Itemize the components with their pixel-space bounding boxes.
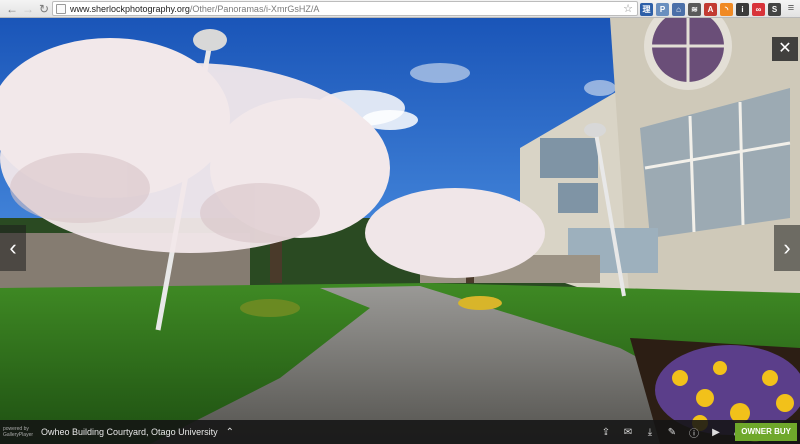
back-arrow-icon: ← — [6, 1, 18, 16]
reload-button[interactable]: ↻ — [36, 1, 52, 17]
browser-toolbar: ← → ↻ www.sherlockphotography.org/Other/… — [0, 0, 800, 18]
powered-by-logo[interactable]: powered by GalleryPlayer — [3, 426, 33, 438]
edit-icon[interactable]: ✎ — [666, 427, 678, 438]
chevron-up-icon[interactable]: ⌃ — [226, 427, 234, 438]
previous-photo-button[interactable]: ‹ — [0, 225, 26, 271]
photo-caption: Owheo Building Courtyard, Otago Universi… — [41, 427, 218, 437]
page-icon — [56, 3, 66, 14]
extensions-bar: 理 P ⌂ ≋ A ◝ i ∞ S ≡ — [640, 1, 798, 17]
ext-lastpass-icon[interactable]: A — [704, 2, 717, 16]
viewer-tools: ⇪✉⤓✎ⓘ▶⤢ — [600, 420, 744, 444]
ext-feed-icon[interactable]: ≋ — [688, 2, 701, 16]
panorama-image — [0, 18, 800, 444]
ext-info-icon[interactable]: i — [736, 2, 749, 16]
ext-home-icon[interactable]: ⌂ — [672, 2, 685, 16]
comment-icon[interactable]: ✉ — [622, 427, 634, 438]
browser-window: ← → ↻ www.sherlockphotography.org/Other/… — [0, 0, 800, 444]
viewer-bottom-bar: powered by GalleryPlayer Owheo Building … — [0, 420, 800, 444]
url-host: www.sherlockphotography.org — [70, 3, 190, 14]
info-icon[interactable]: ⓘ — [688, 425, 700, 440]
ext-glasses-icon[interactable]: ∞ — [752, 2, 765, 16]
url-path: /Other/Panoramas/i-XmrGsHZ/A — [189, 3, 320, 14]
back-button[interactable]: ← — [4, 1, 20, 17]
browser-menu-icon[interactable]: ≡ — [784, 2, 798, 16]
download-icon[interactable]: ⤓ — [644, 427, 656, 438]
ext-rss-icon[interactable]: ◝ — [720, 2, 733, 16]
owner-buy-button[interactable]: OWNER BUY — [735, 423, 797, 441]
panorama-viewport[interactable]: ✕ ‹ › powered by GalleryPlayer Owheo Bui… — [0, 18, 800, 444]
reload-icon: ↻ — [38, 1, 50, 16]
ext-blue-icon[interactable]: 理 — [640, 2, 653, 16]
forward-arrow-icon: → — [22, 1, 34, 16]
forward-button[interactable]: → — [20, 1, 36, 17]
play-icon[interactable]: ▶ — [710, 427, 722, 438]
ext-pocket-icon[interactable]: P — [656, 2, 669, 16]
share-icon[interactable]: ⇪ — [600, 427, 612, 438]
address-bar[interactable]: www.sherlockphotography.org/Other/Panora… — [52, 1, 638, 16]
next-photo-button[interactable]: › — [774, 225, 800, 271]
close-button[interactable]: ✕ — [772, 37, 798, 61]
bookmark-star-icon[interactable]: ☆ — [623, 2, 633, 16]
ext-s-icon[interactable]: S — [768, 2, 781, 16]
